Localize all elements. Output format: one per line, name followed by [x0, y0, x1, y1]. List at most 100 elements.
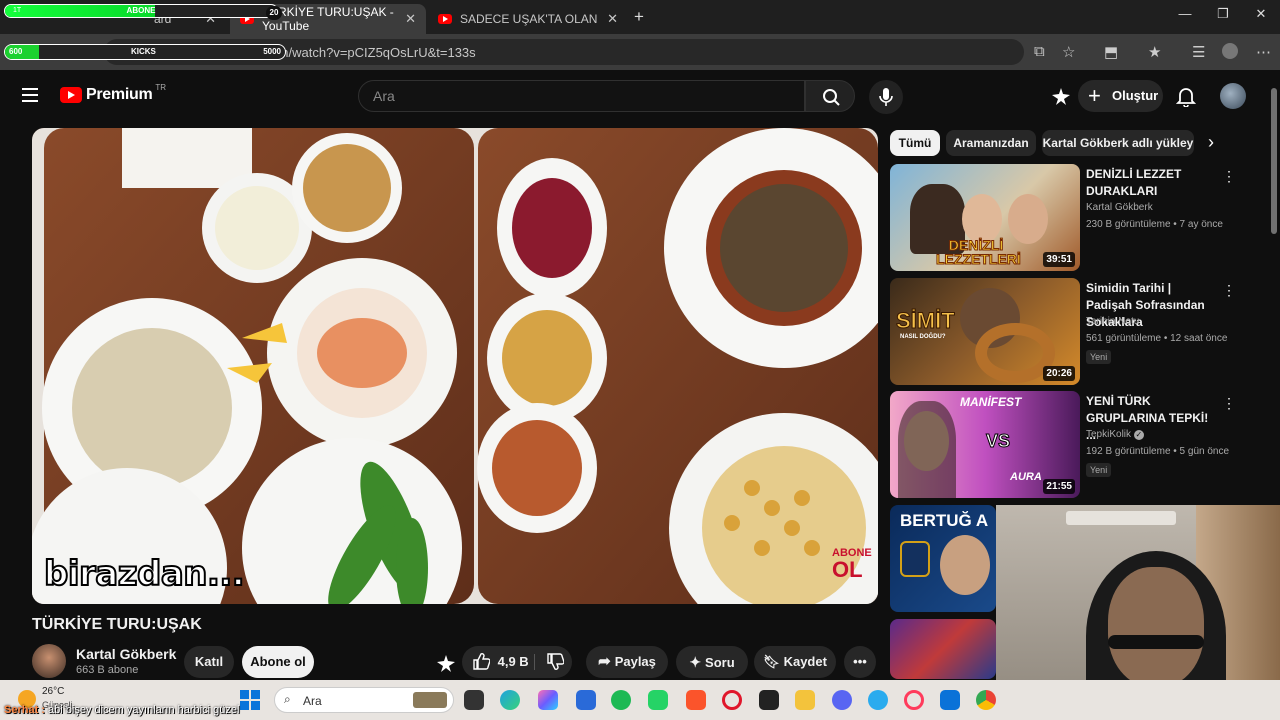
bookmark-star-icon[interactable]: ☆: [1062, 43, 1075, 61]
chip-from-search[interactable]: Aramanızdan: [946, 130, 1036, 156]
new-tab-button[interactable]: +: [634, 7, 644, 27]
brave-browser-icon[interactable]: [686, 690, 706, 710]
like-divider: [534, 654, 535, 670]
dislike-thumb-icon[interactable]: [546, 653, 564, 671]
discord-icon[interactable]: [832, 690, 852, 710]
chip-from-uploader[interactable]: Kartal Gökberk adlı yükley: [1042, 130, 1194, 156]
channel-name[interactable]: TepkiKolik ✓: [1086, 429, 1144, 440]
chips-next-arrow-icon[interactable]: ›: [1208, 132, 1214, 153]
video-thumbnail[interactable]: BERTUĞ A: [890, 505, 996, 612]
more-options-icon[interactable]: ⋮: [1222, 168, 1236, 185]
outlook-icon[interactable]: [940, 690, 960, 710]
tab-title: SADECE UŞAK'TA OLAN YEMEK: [460, 12, 600, 26]
video-title: TÜRKİYE TURU:UŞAK: [32, 616, 202, 633]
install-app-icon[interactable]: ⧉: [1034, 43, 1045, 60]
video-thumbnail[interactable]: MANİFEST VS AURA 21:55: [890, 391, 1080, 498]
ask-button[interactable]: ✦ Soru: [676, 646, 748, 678]
whatsapp-icon[interactable]: [648, 690, 668, 710]
more-options-icon[interactable]: ⋮: [1222, 395, 1236, 412]
channel-name[interactable]: Tarihin Notu: [1086, 316, 1139, 327]
share-button[interactable]: ➦ Paylaş: [586, 646, 668, 678]
restore-button[interactable]: ❐: [1208, 6, 1238, 26]
more-options-icon[interactable]: ⋮: [1222, 282, 1236, 299]
youtube-logo-icon: [60, 87, 82, 103]
weather-temperature[interactable]: 26°C: [42, 686, 64, 697]
start-windows-icon[interactable]: [240, 690, 260, 710]
notifications-bell-icon[interactable]: [1176, 85, 1196, 107]
collections-icon[interactable]: ☰: [1192, 43, 1205, 61]
tab-sadece-usak[interactable]: SADECE UŞAK'TA OLAN YEMEK ✕: [428, 4, 628, 34]
video-title[interactable]: DENİZLİ LEZZET DURAKLARI: [1086, 166, 1216, 200]
app-icon[interactable]: [759, 690, 779, 710]
page-scrollbar[interactable]: [1271, 88, 1277, 234]
search-highlight-image: [413, 692, 447, 708]
watermark-bottom: OL: [832, 557, 863, 582]
kicks-goal-target: 5000: [263, 47, 281, 56]
video-caption: birazdan...: [43, 553, 246, 595]
like-button[interactable]: 4,9 B: [462, 646, 572, 678]
subscribe-watermark: ABONE OL: [832, 548, 872, 581]
thumbnail-text: DENİZLİ LEZZETLERİ: [936, 237, 1022, 267]
copilot-icon[interactable]: [538, 690, 558, 710]
extensions-icon[interactable]: ⬒: [1104, 43, 1118, 61]
new-badge: Yeni: [1086, 350, 1112, 364]
chat-username: Serhat :: [4, 704, 45, 716]
search-input[interactable]: Ara: [358, 80, 805, 112]
minimize-button[interactable]: —: [1170, 6, 1200, 26]
youtube-premium-logo[interactable]: Premium TR: [60, 82, 167, 104]
abone-goal-label: ABONE: [126, 6, 156, 15]
recommended-video-thumbnail[interactable]: [890, 619, 996, 679]
chip-all[interactable]: Tümü: [890, 130, 940, 156]
subscribe-button[interactable]: Abone ol: [242, 646, 314, 678]
recommended-video[interactable]: SİMİT NASIL DOĞDU? 20:26 Simidin Tarihi …: [890, 278, 1270, 386]
thumbnail-text: BERTUĞ A: [900, 511, 989, 530]
recommended-video[interactable]: BERTUĞ A: [890, 505, 996, 613]
tab-close-icon[interactable]: ✕: [405, 11, 416, 27]
video-duration: 20:26: [1043, 366, 1075, 381]
task-view-icon[interactable]: [464, 690, 484, 710]
create-button[interactable]: + Oluştur: [1078, 80, 1163, 112]
file-explorer-icon[interactable]: [795, 690, 815, 710]
premium-sparkle-icon[interactable]: [1050, 86, 1072, 106]
country-code: TR: [155, 82, 167, 92]
edge-browser-icon[interactable]: [500, 690, 520, 710]
save-button[interactable]: 🔖︎ Kaydet: [754, 646, 836, 678]
share-icon: ➦: [598, 653, 611, 670]
user-avatar[interactable]: [1220, 83, 1246, 109]
taskbar-search[interactable]: ⌕ Ara: [274, 687, 454, 713]
abone-goal-bar: 1T ABONE: [4, 4, 278, 18]
profile-icon[interactable]: [1222, 43, 1238, 59]
streamer-face: [1108, 567, 1204, 687]
video-player[interactable]: birazdan... ABONE OL: [32, 128, 878, 604]
more-menu-icon[interactable]: ⋯: [1256, 43, 1271, 61]
player-face: [940, 535, 990, 595]
stream-chat-message: Serhat : abi bişey dicem yayınların harb…: [4, 704, 239, 716]
club-crest-icon: [900, 541, 930, 577]
premium-sparkle-icon[interactable]: [436, 654, 456, 672]
favorites-icon[interactable]: ★: [1148, 43, 1161, 61]
subscriber-count: 663 B abone: [76, 664, 139, 676]
video-thumbnail[interactable]: SİMİT NASIL DOĞDU? 20:26: [890, 278, 1080, 385]
voice-search-button[interactable]: [869, 80, 903, 114]
search-button[interactable]: [805, 80, 855, 112]
opera-gx-icon[interactable]: [904, 690, 924, 710]
channel-name[interactable]: Kartal Gökberk: [76, 646, 176, 662]
app-icon[interactable]: [576, 690, 596, 710]
thumbnail-text: MANİFEST: [960, 395, 1022, 409]
join-button[interactable]: Katıl: [184, 646, 234, 678]
chrome-icon[interactable]: [976, 690, 996, 710]
more-actions-button[interactable]: •••: [844, 646, 876, 678]
bookmark-icon: 🔖︎: [763, 654, 780, 669]
ask-label: Soru: [705, 655, 735, 670]
recommended-video[interactable]: MANİFEST VS AURA 21:55 YENİ TÜRK GRUPLAR…: [890, 391, 1270, 499]
tab-close-icon[interactable]: ✕: [607, 11, 618, 27]
close-window-button[interactable]: ✕: [1246, 6, 1276, 26]
opera-icon[interactable]: [722, 690, 742, 710]
recommended-video[interactable]: DENİZLİ LEZZETLERİ 39:51 DENİZLİ LEZZET …: [890, 164, 1270, 272]
menu-icon[interactable]: [22, 88, 38, 102]
channel-avatar[interactable]: [32, 644, 66, 678]
video-thumbnail[interactable]: DENİZLİ LEZZETLERİ 39:51: [890, 164, 1080, 271]
spotify-icon[interactable]: [611, 690, 631, 710]
channel-name[interactable]: Kartal Gökberk: [1086, 202, 1153, 213]
telegram-icon[interactable]: [868, 690, 888, 710]
